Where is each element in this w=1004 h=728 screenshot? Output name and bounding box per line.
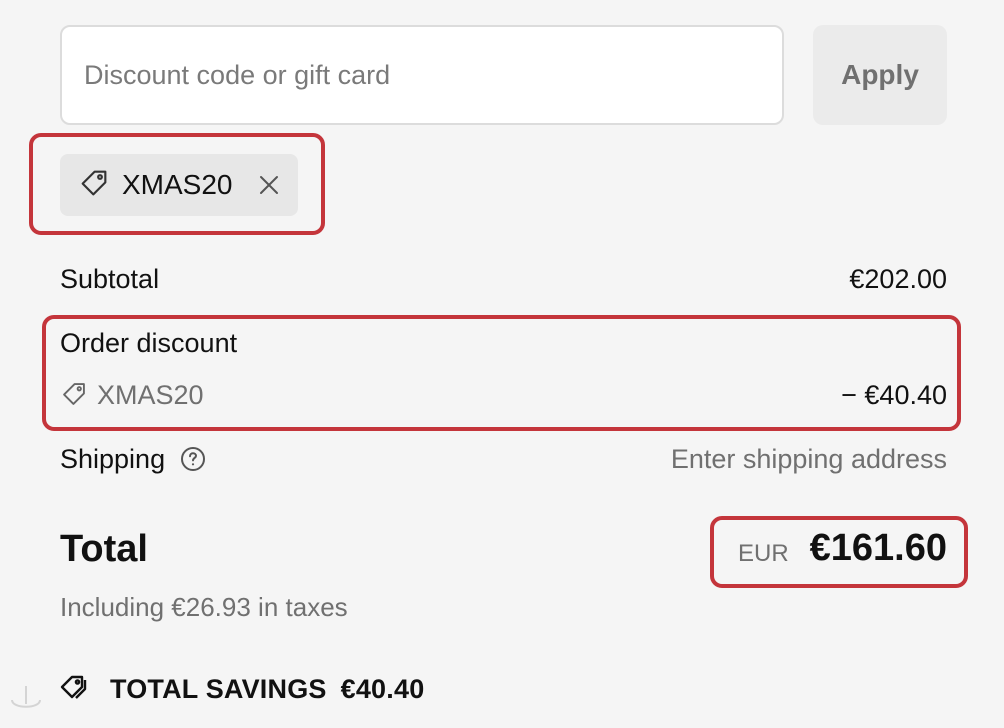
- total-savings-amount: €40.40: [340, 674, 425, 704]
- question-circle-icon[interactable]: [180, 446, 206, 477]
- tag-icon: [78, 167, 110, 204]
- total-savings-label: TOTAL SAVINGS: [110, 674, 327, 704]
- taxes-note: Including €26.93 in taxes: [60, 592, 348, 622]
- shipping-label: Shipping: [60, 444, 166, 474]
- total-value: €161.60: [809, 527, 947, 569]
- total-savings: TOTAL SAVINGS €40.40: [110, 674, 424, 705]
- watermark-logo: [4, 684, 54, 721]
- remove-discount-button[interactable]: [254, 170, 284, 200]
- subtotal-label: Subtotal: [60, 264, 160, 294]
- subtotal-value: €202.00: [849, 264, 947, 294]
- order-discount-code: XMAS20: [97, 380, 204, 410]
- order-discount-value: − €40.40: [841, 380, 947, 410]
- applied-code-label: XMAS20: [122, 169, 233, 200]
- applied-discount-chip: XMAS20: [60, 154, 298, 216]
- total-label: Total: [60, 528, 148, 570]
- order-discount-label: Order discount: [60, 328, 238, 358]
- checkout-summary: Apply XMAS20 Subtotal €202.00 Order disc…: [0, 0, 1004, 728]
- tag-icon: [60, 380, 88, 413]
- discount-code-input[interactable]: [60, 25, 784, 125]
- close-icon: [260, 176, 278, 194]
- apply-button[interactable]: Apply: [813, 25, 947, 125]
- total-currency: EUR: [738, 540, 789, 567]
- tags-icon: [60, 674, 94, 709]
- shipping-value: Enter shipping address: [670, 444, 947, 474]
